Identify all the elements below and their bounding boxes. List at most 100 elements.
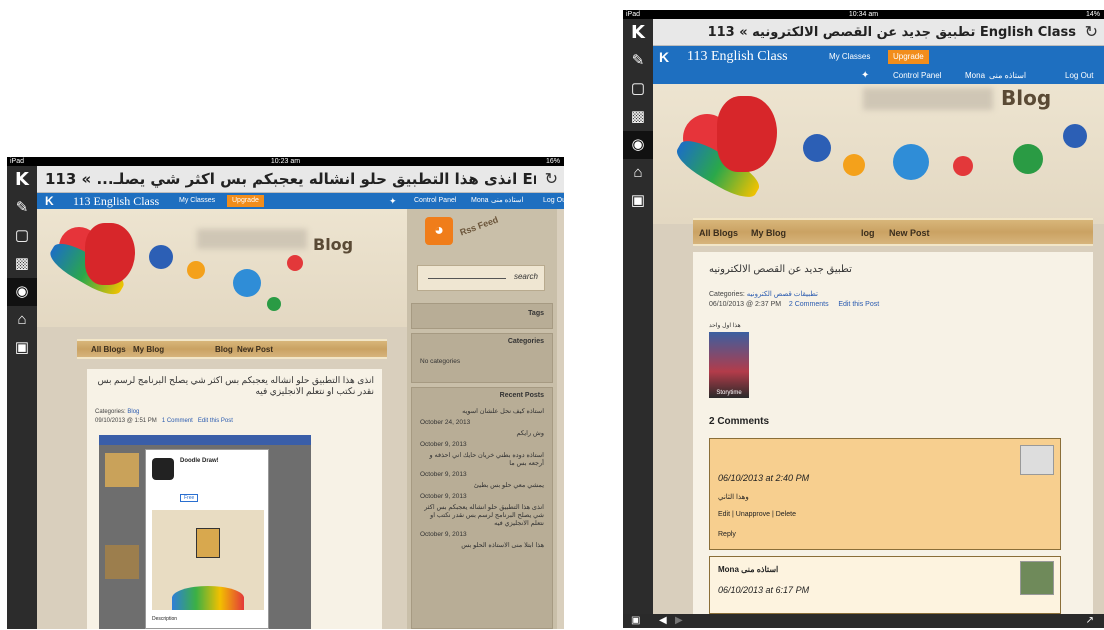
page-title: انذى هذا التطبيق حلو انشاله يعجبكم بس اك… xyxy=(45,170,536,188)
my-classes-link[interactable]: My Classes xyxy=(829,46,870,68)
paint-splat xyxy=(803,134,831,162)
recent-post-title[interactable]: وش رايكم xyxy=(420,430,544,438)
user-name[interactable]: Mona xyxy=(965,68,985,84)
share-icon[interactable]: ↗ xyxy=(1086,614,1094,628)
screenshot-header xyxy=(99,435,311,445)
paint-splat xyxy=(953,156,973,176)
pin-icon[interactable]: ✎ xyxy=(623,47,653,75)
category-link[interactable]: Blog xyxy=(127,409,139,415)
back-arrow-icon[interactable]: ◀ xyxy=(659,614,667,628)
comments-link[interactable]: 1 Comment xyxy=(162,418,193,424)
site-name[interactable]: 113 English Class xyxy=(73,193,159,209)
tab-new-post[interactable]: New Post xyxy=(237,345,273,354)
home-icon[interactable]: ⌂ xyxy=(7,306,37,334)
k-small-logo-icon[interactable]: K xyxy=(659,46,669,68)
post-meta: 09/10/2013 @ 1:51 PM 1 Comment Edit this… xyxy=(95,418,233,424)
reload-icon[interactable]: ↻ xyxy=(1085,22,1098,42)
comment-icon[interactable]: ▩ xyxy=(7,250,37,278)
control-panel-link[interactable]: Control Panel xyxy=(893,68,941,84)
search-input[interactable] xyxy=(428,278,506,279)
control-panel-link[interactable]: Control Panel xyxy=(414,193,456,209)
comment-actions[interactable]: Edit | Unapprove | Delete xyxy=(718,511,796,518)
user-name-arabic[interactable]: استاذه منى xyxy=(989,68,1026,84)
list-item[interactable]: انذى هذا التطبيق حلو انشاله يعجبكم بس اك… xyxy=(420,504,544,539)
app-thumb xyxy=(105,545,139,579)
tab-all-blogs[interactable]: All Blogs xyxy=(699,228,738,238)
storytime-thumbnail[interactable]: Storytime xyxy=(709,332,749,398)
tab-new-post[interactable]: New Post xyxy=(889,228,930,238)
my-classes-link[interactable]: My Classes xyxy=(179,193,215,209)
logout-link[interactable]: Log Out xyxy=(543,193,564,209)
recent-post-title[interactable]: استاذه كيف نحل علشان اسويه xyxy=(420,408,544,416)
doodle-app-icon xyxy=(152,458,174,480)
site-navbar: K 113 English Class My Classes Upgrade ✦… xyxy=(37,193,564,209)
tab-all-blogs[interactable]: All Blogs xyxy=(91,345,126,354)
tab-my-blog[interactable]: My Blog xyxy=(133,345,164,354)
tab-blog[interactable]: log xyxy=(861,228,875,238)
k-logo-icon[interactable]: K xyxy=(623,19,653,47)
screenshot-left: iPad 10:23 am 16% K ✎ ▢ ▩ ◉ ⌂ ▣ انذى هذا… xyxy=(7,157,564,629)
bottom-toolbar: ▣ ◀ ▶ ↗ xyxy=(623,614,1104,628)
avatar xyxy=(1020,561,1054,595)
battery-level: 14% xyxy=(1085,11,1100,18)
comments-link[interactable]: 2 Comments xyxy=(789,301,829,308)
list-item[interactable]: يمشي معي حلو بس بطيئ October 9, 2013 xyxy=(420,482,544,501)
tab-blog[interactable]: Blog xyxy=(215,345,233,354)
recent-post-date: October 9, 2013 xyxy=(420,531,467,538)
paint-splat xyxy=(843,154,865,176)
doodle-character xyxy=(196,528,220,558)
rss-feed-label[interactable]: Rss Feed xyxy=(458,214,499,237)
lock-icon[interactable]: ▣ xyxy=(623,187,653,215)
rss-icon[interactable]: ◕ xyxy=(425,217,453,245)
paint-splat xyxy=(1013,144,1043,174)
recent-post-title[interactable]: هذا ابتلا منى الاستاذه الحلو بس xyxy=(420,542,544,550)
free-button[interactable]: Free xyxy=(180,494,199,502)
camera-icon[interactable]: ▣ xyxy=(631,614,640,628)
pages-icon[interactable]: ▢ xyxy=(7,222,37,250)
list-item[interactable]: هذا ابتلا منى الاستاذه الحلو بس xyxy=(420,542,544,550)
recent-post-title[interactable]: انذى هذا التطبيق حلو انشاله يعجبكم بس اك… xyxy=(420,504,544,528)
app-name: Doodle Draw! xyxy=(180,458,219,464)
lock-icon[interactable]: ▣ xyxy=(7,334,37,362)
comment-icon[interactable]: ▩ xyxy=(623,103,653,131)
category-link[interactable]: تطبيقات قصص الكترونيه xyxy=(747,291,818,298)
upgrade-button[interactable]: Upgrade xyxy=(888,50,929,64)
eye-icon[interactable]: ◉ xyxy=(7,278,37,306)
app-preview-drawing xyxy=(152,510,264,610)
site-name[interactable]: 113 English Class xyxy=(687,46,788,68)
logout-link[interactable]: Log Out xyxy=(1065,68,1093,84)
clock: 10:23 am xyxy=(270,158,301,165)
recent-post-title[interactable]: يمشي معي حلو بس بطيئ xyxy=(420,482,544,490)
comment-card: Mona استاذه منى 06/10/2013 at 6:17 PM xyxy=(709,556,1061,614)
k-logo-icon[interactable]: K xyxy=(7,166,37,194)
user-name[interactable]: Mona xyxy=(471,193,489,209)
list-item[interactable]: استاذه دوده بطني خريان حايك اني احذفه و … xyxy=(420,452,544,479)
twitter-icon[interactable]: ✦ xyxy=(861,68,869,84)
post-date: 06/10/2013 @ 2:37 PM xyxy=(709,301,782,308)
search-button[interactable]: search xyxy=(514,272,538,281)
k-small-logo-icon[interactable]: K xyxy=(45,193,54,209)
reload-icon[interactable]: ↻ xyxy=(545,169,558,189)
edit-post-link[interactable]: Edit this Post xyxy=(838,301,879,308)
comment-date: 06/10/2013 at 2:40 PM xyxy=(718,473,810,483)
edit-post-link[interactable]: Edit this Post xyxy=(198,418,233,424)
twitter-icon[interactable]: ✦ xyxy=(389,193,397,209)
post-title[interactable]: تطبيق جديد عن القصص الالكترونيه xyxy=(709,264,852,275)
recent-post-title[interactable]: استاذه دوده بطني خريان حايك اني احذفه و … xyxy=(420,452,544,468)
upgrade-button[interactable]: Upgrade xyxy=(227,195,264,207)
categories-label: Categories: xyxy=(95,409,126,415)
pin-icon[interactable]: ✎ xyxy=(7,194,37,222)
list-item[interactable]: استاذه كيف نحل علشان اسويه October 24, 20… xyxy=(420,408,544,427)
recent-posts-box: Recent Posts استاذه كيف نحل علشان اسويه O… xyxy=(411,387,553,629)
eye-icon[interactable]: ◉ xyxy=(623,131,653,159)
home-icon[interactable]: ⌂ xyxy=(623,159,653,187)
battery-level: 16% xyxy=(545,158,560,165)
tab-my-blog[interactable]: My Blog xyxy=(751,228,786,238)
user-name-arabic[interactable]: استاذه منى xyxy=(491,193,523,209)
post-screenshot-image[interactable]: Doodle Draw! Free Description xyxy=(99,435,311,629)
pages-icon[interactable]: ▢ xyxy=(623,75,653,103)
reply-link[interactable]: Reply xyxy=(718,531,736,538)
post-title[interactable]: انذى هذا التطبيق حلو انشاله يعجبكم بس اك… xyxy=(95,375,374,397)
list-item[interactable]: وش رايكم October 9, 2013 xyxy=(420,430,544,449)
forward-arrow-icon[interactable]: ▶ xyxy=(675,614,683,628)
